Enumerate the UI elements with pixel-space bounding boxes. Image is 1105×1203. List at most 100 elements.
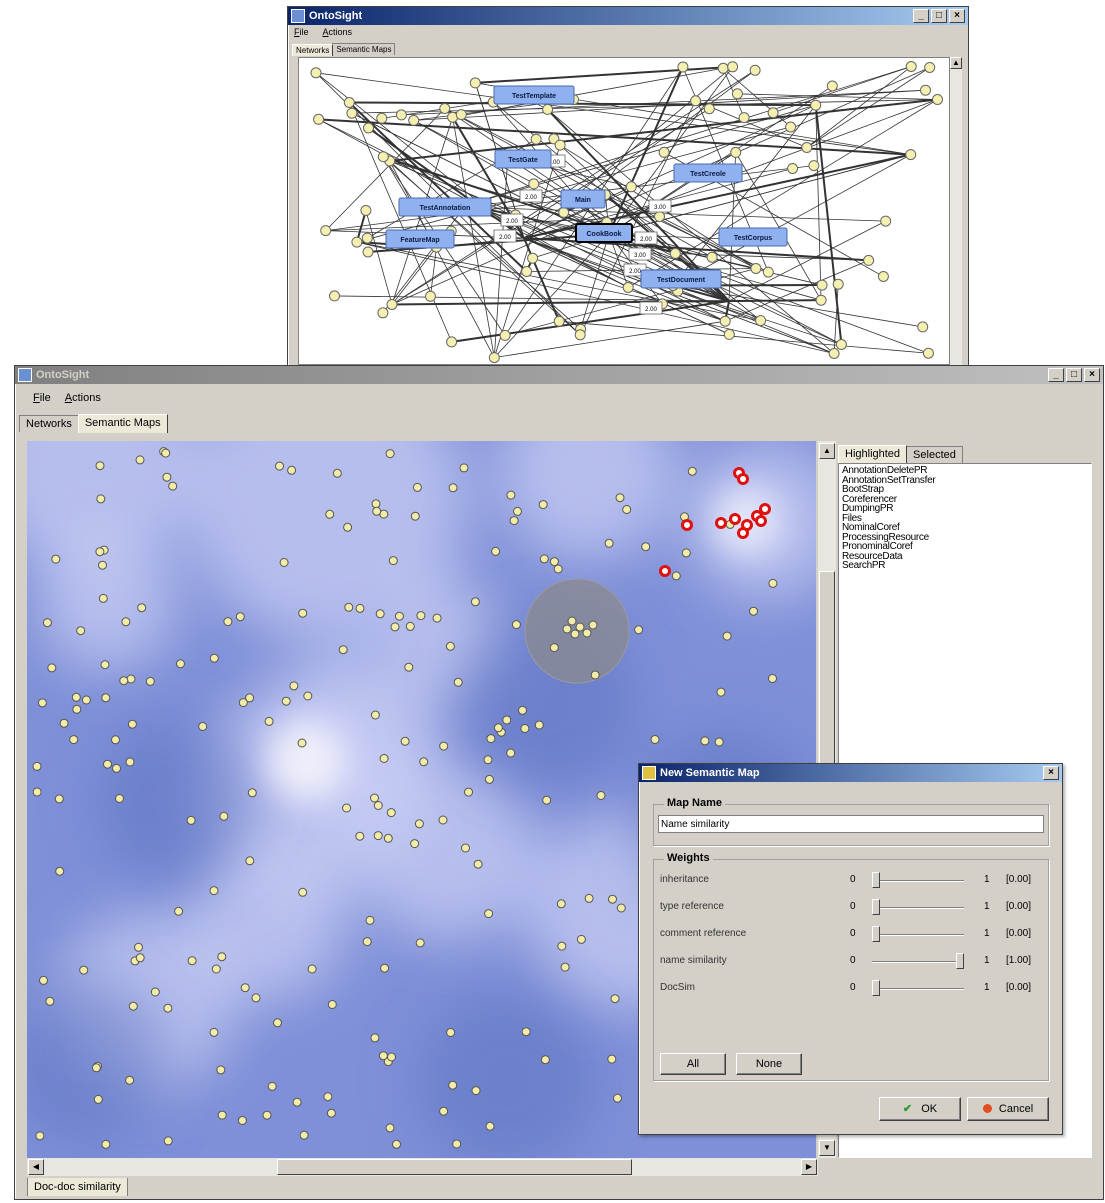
highlighted-map-node[interactable] (759, 503, 771, 515)
map-node[interactable] (452, 1139, 462, 1149)
map-node[interactable] (303, 691, 313, 701)
map-node[interactable] (385, 449, 395, 459)
map-node[interactable] (484, 909, 494, 919)
map-node[interactable] (714, 737, 724, 747)
map-node[interactable] (100, 660, 110, 670)
map-node[interactable] (390, 622, 400, 632)
map-node[interactable] (518, 705, 527, 715)
map-node[interactable] (416, 611, 426, 621)
map-node[interactable] (453, 677, 463, 687)
map-node[interactable] (298, 608, 308, 618)
map-node[interactable] (338, 645, 348, 655)
map-node[interactable] (362, 937, 372, 947)
network-node[interactable] (727, 61, 739, 73)
scroll-up-icon[interactable]: ▲ (950, 57, 962, 69)
map-node[interactable] (37, 698, 47, 708)
map-node[interactable] (209, 1027, 219, 1037)
map-node[interactable] (387, 1052, 396, 1062)
map-node[interactable] (404, 662, 414, 672)
network-node[interactable] (706, 251, 718, 263)
map-node[interactable] (448, 483, 458, 493)
ok-button[interactable]: ✔ OK (879, 1097, 961, 1121)
map-node[interactable] (326, 1108, 336, 1118)
minimize-icon[interactable]: _ (913, 9, 929, 23)
map-node[interactable] (394, 611, 404, 621)
map-node[interactable] (32, 787, 42, 797)
map-node[interactable] (372, 506, 382, 516)
map-node[interactable] (616, 903, 626, 913)
map-node[interactable] (240, 983, 250, 993)
network-node[interactable] (863, 254, 875, 266)
network-node[interactable] (723, 328, 735, 340)
map-node[interactable] (461, 843, 470, 853)
map-node[interactable] (491, 546, 501, 556)
network-node[interactable] (828, 348, 840, 359)
map-horizontal-scrollbar[interactable]: ◀ ▶ (27, 1158, 818, 1176)
weight-slider-knob[interactable] (872, 926, 880, 942)
map-node[interactable] (521, 1027, 531, 1037)
map-node[interactable] (262, 1110, 272, 1120)
map-node[interactable] (582, 628, 592, 638)
network-node[interactable] (351, 236, 363, 248)
dialog-titlebar[interactable]: New Semantic Map × (639, 764, 1062, 782)
map-node[interactable] (534, 720, 544, 730)
map-node[interactable] (509, 516, 519, 526)
network-node[interactable] (762, 266, 774, 278)
menu-actions[interactable]: Actions (65, 392, 101, 404)
weight-slider-track[interactable] (872, 907, 964, 909)
network-node[interactable] (730, 146, 742, 158)
network-node[interactable] (832, 278, 844, 290)
maximize-icon[interactable]: □ (1066, 368, 1082, 382)
map-node[interactable] (79, 965, 89, 975)
map-node[interactable] (615, 493, 625, 503)
map-node[interactable] (370, 710, 380, 720)
map-node[interactable] (98, 560, 107, 570)
map-node[interactable] (39, 975, 48, 985)
highlighted-map-node[interactable] (737, 473, 749, 485)
map-node[interactable] (419, 757, 429, 767)
map-node[interactable] (209, 886, 219, 896)
weight-slider-knob[interactable] (872, 872, 880, 888)
map-node[interactable] (235, 612, 245, 622)
map-node[interactable] (405, 621, 415, 631)
weight-slider-knob[interactable] (872, 980, 880, 996)
close-icon[interactable]: × (1043, 766, 1059, 780)
scroll-up-icon[interactable]: ▲ (819, 443, 835, 459)
network-node[interactable] (835, 339, 847, 350)
network-node[interactable] (767, 107, 779, 119)
weight-slider-track[interactable] (872, 988, 964, 990)
network-node[interactable] (313, 113, 325, 125)
network-node[interactable] (810, 99, 822, 111)
network-node[interactable] (446, 336, 458, 348)
map-node[interactable] (520, 724, 530, 733)
map-node[interactable] (486, 734, 496, 744)
map-node[interactable] (216, 1065, 226, 1075)
network-graph[interactable]: 2.002.003.002.002.002.002.003.002.00Test… (299, 58, 950, 365)
map-node[interactable] (264, 716, 274, 726)
map-node[interactable] (445, 641, 455, 651)
back-window-titlebar[interactable]: OntoSight _ □ × (288, 7, 968, 25)
tab-highlighted[interactable]: Highlighted (838, 445, 908, 464)
network-node[interactable] (920, 84, 931, 96)
weight-slider-knob[interactable] (956, 953, 964, 969)
map-node[interactable] (217, 952, 227, 962)
network-node[interactable] (749, 64, 761, 76)
network-node[interactable] (826, 80, 838, 92)
back-vertical-scrollbar[interactable]: ▲ (950, 57, 962, 365)
map-node[interactable] (768, 578, 778, 588)
weight-slider-track[interactable] (872, 934, 964, 936)
map-node[interactable] (125, 757, 135, 767)
network-node[interactable] (521, 266, 533, 277)
network-node[interactable] (658, 146, 670, 158)
network-node[interactable] (625, 181, 637, 193)
tab-semantic-maps[interactable]: Semantic Maps (332, 43, 396, 55)
map-node[interactable] (386, 808, 396, 818)
highlighted-map-node[interactable] (755, 515, 767, 527)
map-node[interactable] (91, 1063, 101, 1073)
network-node[interactable] (346, 107, 358, 119)
network-node[interactable] (801, 142, 813, 153)
highlighted-map-node[interactable] (737, 527, 749, 539)
main-window-titlebar[interactable]: OntoSight _ □ × (15, 366, 1103, 384)
map-node[interactable] (134, 942, 143, 952)
network-node[interactable] (376, 112, 388, 124)
